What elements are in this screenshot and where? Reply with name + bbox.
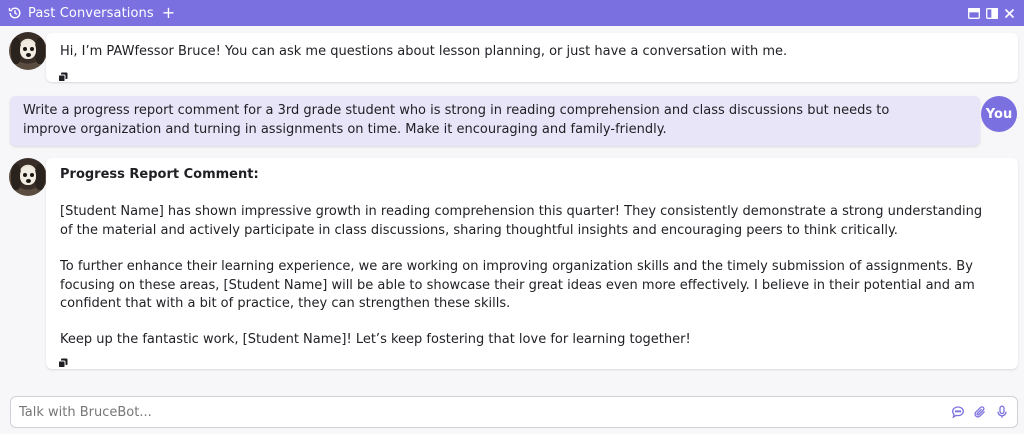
chat-input-bar [10,396,1018,428]
maximize-window-icon[interactable] [968,7,980,19]
user-message: Write a progress report comment for a 3r… [10,96,980,146]
sidebar-panel-icon[interactable] [986,7,998,19]
bot-message: Progress Report Comment: [Student Name] … [46,158,1018,369]
response-heading: Progress Report Comment: [60,167,259,182]
copy-icon[interactable] [58,356,68,368]
response-paragraph: To further enhance their learning experi… [60,259,975,311]
response-paragraph: Keep up the fantastic work, [Student Nam… [60,332,691,347]
conversation-header: Past Conversations + [0,0,1024,26]
input-actions [951,405,1009,419]
new-conversation-button[interactable]: + [162,5,175,21]
bot-message-text: Hi, I’m PAWfessor Bruce! You can ask me … [60,44,788,59]
close-icon[interactable] [1004,8,1016,19]
paperclip-icon[interactable] [973,405,987,419]
user-message-text: Write a progress report comment for a 3r… [23,103,890,137]
response-paragraph: [Student Name] has shown impressive grow… [60,204,983,238]
bot-message: Hi, I’m PAWfessor Bruce! You can ask me … [46,33,1018,82]
bot-avatar [9,32,47,70]
chat-input[interactable] [19,404,951,420]
user-avatar: You [981,96,1017,132]
past-conversations-title[interactable]: Past Conversations [28,6,154,21]
copy-icon[interactable] [58,70,68,82]
microphone-icon[interactable] [995,405,1009,419]
bot-avatar [9,158,47,196]
window-controls [968,7,1016,19]
history-icon[interactable] [8,6,22,20]
chat-bubble-icon[interactable] [951,405,965,419]
